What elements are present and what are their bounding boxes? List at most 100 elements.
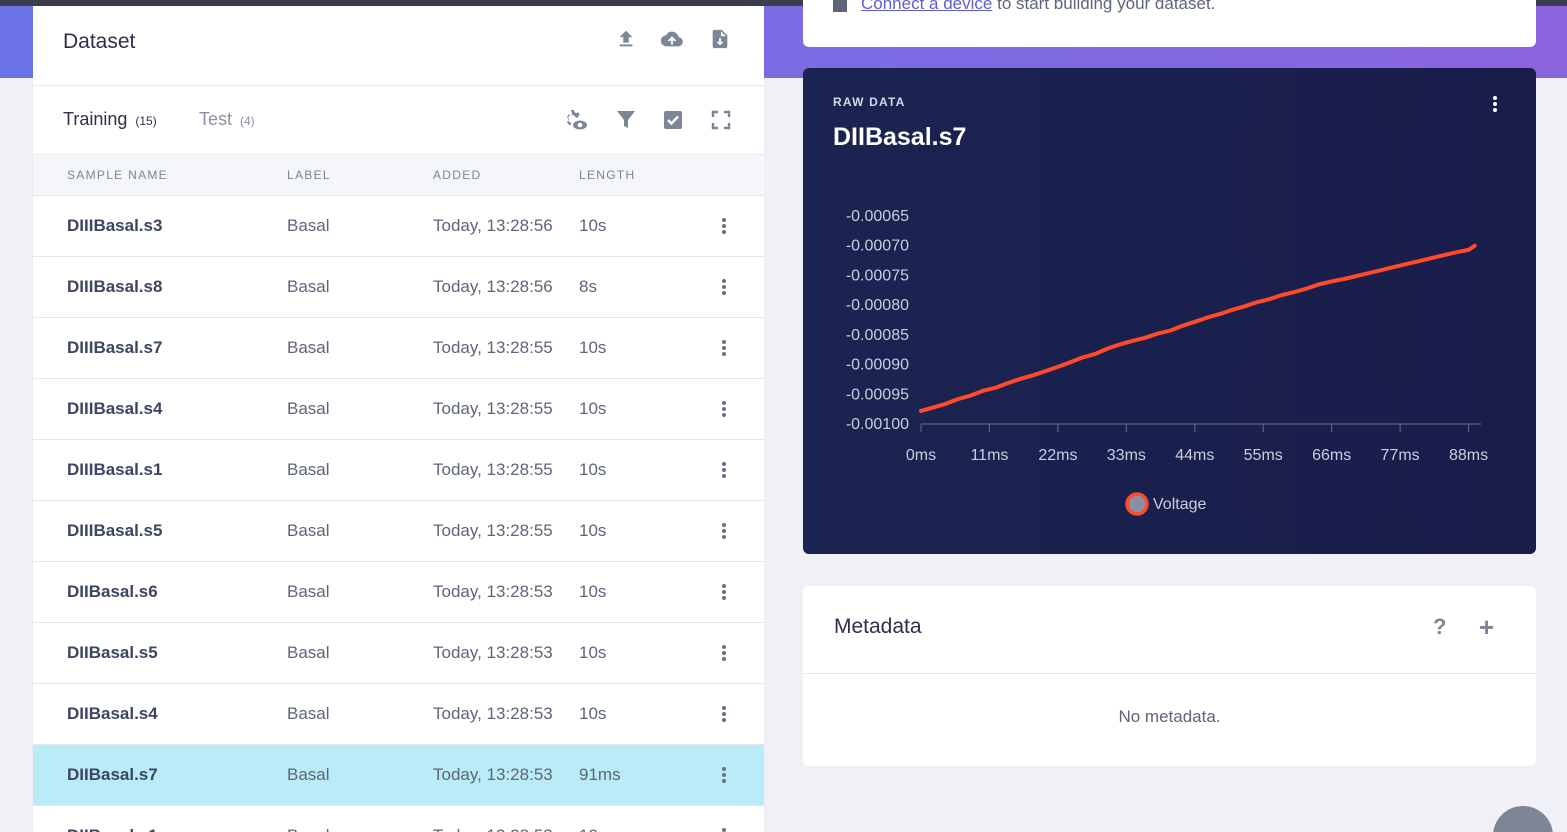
y-tick-label: -0.00080 [846,297,909,314]
table-row[interactable]: DIIBasal.s1 Basal Today, 13:28:53 10s [33,806,764,832]
table-row[interactable]: DIIBasal.s7 Basal Today, 13:28:53 91ms [33,745,764,806]
legend-marker [1125,492,1149,516]
connect-device-rest: to start building your dataset. [992,0,1216,13]
y-tick-label: -0.00075 [846,267,909,284]
more-vertical-icon[interactable] [715,641,733,665]
more-vertical-icon[interactable] [715,519,733,543]
help-icon[interactable]: ? [1433,614,1446,640]
dataset-panel: Dataset Training (15) Test (4) SAMPLE NA… [33,6,764,832]
expand-icon[interactable] [708,107,734,133]
tab-training[interactable]: Training (15) [63,109,157,130]
checkbox-icon[interactable] [660,107,686,133]
sample-name: DIIIBasal.s5 [67,521,163,540]
metadata-title: Metadata [834,615,922,638]
more-vertical-icon[interactable] [715,702,733,726]
x-tick-label: 0ms [906,447,936,464]
cloud-icon[interactable] [661,28,683,50]
tab-training-count: (15) [135,114,157,128]
sample-label: Basal [287,277,330,296]
column-added[interactable]: ADDED [433,168,482,182]
metadata-header: Metadata ? + [803,586,1536,674]
more-vertical-icon[interactable] [715,763,733,787]
connect-device-link[interactable]: Connect a device [861,0,992,13]
tab-test[interactable]: Test (4) [199,109,255,130]
sample-added: Today, 13:28:55 [433,521,553,540]
x-tick-label: 11ms [970,447,1008,464]
sample-table-body: DIIIBasal.s3 Basal Today, 13:28:56 10s DIIIB… [33,196,764,832]
add-metadata-icon[interactable]: + [1479,612,1494,643]
y-tick-label: -0.00095 [846,386,909,403]
sample-added: Today, 13:28:53 [433,582,553,601]
table-header: SAMPLE NAME LABEL ADDED LENGTH [33,155,764,196]
sample-name: DIIBasal.s7 [67,765,158,784]
dataset-header: Dataset [33,6,764,86]
y-tick-label: -0.00070 [846,238,909,255]
upload-icon[interactable] [615,28,637,50]
column-sample-name[interactable]: SAMPLE NAME [67,168,168,182]
x-tick-label: 55ms [1244,447,1283,464]
more-vertical-icon[interactable] [715,824,733,832]
sample-label: Basal [287,826,330,832]
connect-device-text: Connect a device to start building your … [833,0,1215,14]
sample-length: 91ms [579,765,621,784]
table-row[interactable]: DIIIBasal.s4 Basal Today, 13:28:55 10s [33,379,764,440]
help-chat-button[interactable] [1493,806,1553,832]
table-row[interactable]: DIIBasal.s4 Basal Today, 13:28:53 10s [33,684,764,745]
sample-added: Today, 13:28:55 [433,460,553,479]
column-length[interactable]: LENGTH [579,168,635,182]
more-vertical-icon[interactable] [715,275,733,299]
sample-label: Basal [287,704,330,723]
metadata-card: Metadata ? + No metadata. [803,586,1536,766]
table-row[interactable]: DIIIBasal.s1 Basal Today, 13:28:55 10s [33,440,764,501]
y-tick-label: -0.00090 [846,357,909,374]
more-vertical-icon[interactable] [715,214,733,238]
more-vertical-icon[interactable] [715,336,733,360]
sample-label: Basal [287,216,330,235]
column-label[interactable]: LABEL [287,168,331,182]
tab-test-count: (4) [240,114,255,128]
filter-icon[interactable] [613,107,639,133]
table-row[interactable]: DIIIBasal.s3 Basal Today, 13:28:56 10s [33,196,764,257]
table-row[interactable]: DIIIBasal.s5 Basal Today, 13:28:55 10s [33,501,764,562]
more-vertical-icon[interactable] [715,580,733,604]
table-row[interactable]: DIIIBasal.s8 Basal Today, 13:28:56 8s [33,257,764,318]
x-tick-label: 77ms [1381,447,1420,464]
settings-eye-icon[interactable] [562,107,588,133]
raw-data-card: RAW DATA DIIBasal.s7 -0.00065 -0.00070 -0.… [803,68,1536,554]
series-line-voltage [919,243,1477,413]
sample-added: Today, 13:28:53 [433,643,553,662]
sample-name: DIIIBasal.s1 [67,460,163,479]
tab-test-label: Test [199,109,233,129]
metadata-empty-message: No metadata. [1118,707,1221,726]
sample-added: Today, 13:28:56 [433,277,553,296]
sample-length: 10s [579,460,607,479]
sample-label: Basal [287,521,330,540]
sample-length: 10s [579,582,607,601]
table-row[interactable]: DIIBasal.s5 Basal Today, 13:28:53 10s [33,623,764,684]
sample-length: 10s [579,216,607,235]
y-tick-label: -0.00100 [846,416,909,433]
sample-name: DIIIBasal.s7 [67,338,163,357]
x-tick-label: 88ms [1449,447,1488,464]
sample-label: Basal [287,582,330,601]
sample-added: Today, 13:28:53 [433,704,553,723]
sample-label: Basal [287,643,330,662]
sample-length: 10s [579,643,607,662]
sample-added: Today, 13:28:53 [433,826,553,832]
sample-label: Basal [287,460,330,479]
sample-length: 10s [579,521,607,540]
sample-length: 10s [579,338,607,357]
sample-added: Today, 13:28:55 [433,338,553,357]
more-vertical-icon[interactable] [715,397,733,421]
sample-name: DIIBasal.s6 [67,582,158,601]
y-tick-label: -0.00085 [846,327,909,344]
download-icon[interactable] [709,28,731,50]
sample-added: Today, 13:28:53 [433,765,553,784]
table-row[interactable]: DIIBasal.s6 Basal Today, 13:28:53 10s [33,562,764,623]
sample-name: DIIIBasal.s4 [67,399,163,418]
table-row[interactable]: DIIIBasal.s7 Basal Today, 13:28:55 10s [33,318,764,379]
connect-device-card: Connect a device to start building your … [803,0,1536,47]
sample-added: Today, 13:28:55 [433,399,553,418]
more-vertical-icon[interactable] [715,458,733,482]
sample-name: DIIIBasal.s3 [67,216,163,235]
